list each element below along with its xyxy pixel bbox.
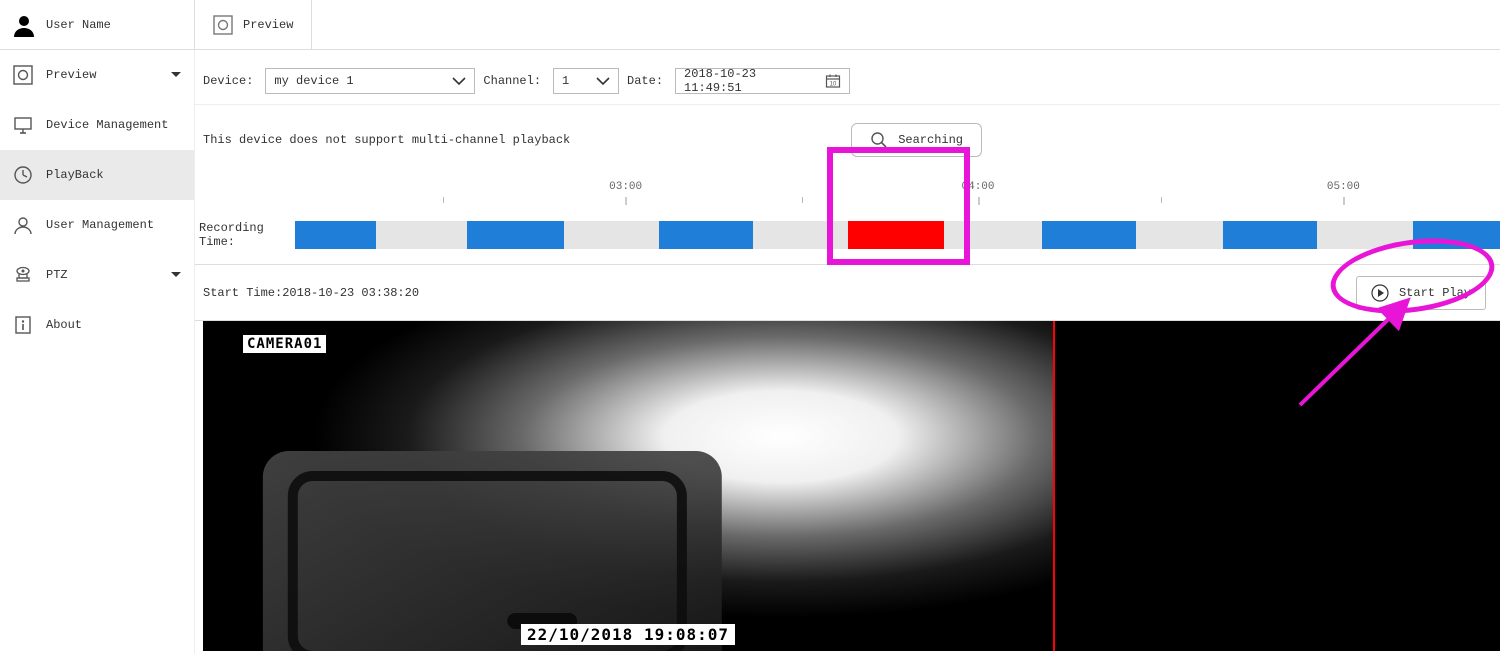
sidebar-item-label: User Management (46, 218, 154, 232)
video-frame-image (203, 321, 1053, 651)
user-icon (12, 215, 34, 235)
device-select[interactable]: my device 1 (265, 68, 475, 94)
tab-preview-label: Preview (243, 18, 293, 32)
sidebar-item-ptz[interactable]: PTZ (0, 250, 194, 300)
sidebar-item-playback[interactable]: PlayBack (0, 150, 194, 200)
device-label: Device: (203, 74, 253, 88)
video-pane-2[interactable] (1055, 321, 1500, 651)
sidebar-item-about[interactable]: About (0, 300, 194, 350)
sidebar-item-label: Device Management (46, 118, 168, 132)
chevron-down-icon (170, 269, 182, 281)
sidebar-item-label: PlayBack (46, 168, 104, 182)
timeline[interactable]: 03:00 04:00 05:00 Recording Time: (195, 175, 1500, 265)
search-button-label: Searching (898, 133, 963, 147)
recording-time-label: Recording Time: (195, 221, 295, 249)
monitor-icon (12, 65, 34, 85)
tab-preview[interactable]: Preview (195, 0, 312, 49)
channel-select-value: 1 (562, 74, 569, 88)
recording-track[interactable] (295, 221, 1500, 249)
recording-segment[interactable] (1413, 221, 1500, 249)
recording-segment[interactable] (848, 221, 944, 249)
timeline-subtick (802, 197, 803, 203)
user-block[interactable]: User Name (0, 0, 195, 49)
sidebar-item-user-management[interactable]: User Management (0, 200, 194, 250)
timeline-tick: 05:00 (1327, 181, 1360, 193)
calendar-icon: 10 (825, 73, 841, 89)
recording-segment[interactable] (1223, 221, 1317, 249)
clock-icon (12, 165, 34, 185)
user-solid-icon (12, 13, 36, 37)
ptz-icon (12, 265, 34, 285)
sidebar-item-label: PTZ (46, 268, 68, 282)
chevron-down-icon (452, 74, 466, 88)
search-button[interactable]: Searching (851, 123, 982, 157)
timeline-tick: 03:00 (609, 181, 642, 193)
start-play-label: Start Play (1399, 286, 1471, 300)
date-input-value: 2018-10-23 11:49:51 (684, 67, 819, 95)
recording-time-row: Recording Time: (195, 215, 1500, 255)
timeline-subtick (1161, 197, 1162, 203)
timeline-tick: 04:00 (961, 181, 994, 193)
camera-timestamp-overlay: 22/10/2018 19:08:07 (521, 624, 735, 645)
filter-bar: Device: my device 1 Channel: 1 Date: 201… (195, 50, 1500, 105)
info-icon (12, 315, 34, 335)
multichannel-warning: This device does not support multi-chann… (203, 133, 570, 147)
recording-segment[interactable] (659, 221, 753, 249)
playback-panel: Device: my device 1 Channel: 1 Date: 201… (195, 50, 1500, 654)
recording-segment[interactable] (295, 221, 376, 249)
top-bar: User Name Preview (0, 0, 1500, 50)
chevron-down-icon (596, 74, 610, 88)
svg-text:10: 10 (830, 82, 837, 88)
camera-target-icon (213, 15, 233, 35)
sidebar: Preview Device Management PlayBack User … (0, 50, 195, 654)
chevron-down-icon (170, 69, 182, 81)
sidebar-item-device-management[interactable]: Device Management (0, 100, 194, 150)
recording-segment[interactable] (467, 221, 563, 249)
sidebar-item-preview[interactable]: Preview (0, 50, 194, 100)
info-row: This device does not support multi-chann… (195, 105, 1500, 175)
start-row: Start Time:2018-10-23 03:38:20 Start Pla… (195, 265, 1500, 321)
user-name-label: User Name (46, 18, 111, 32)
camera-name-overlay: CAMERA01 (243, 335, 326, 353)
video-pane-1[interactable]: CAMERA01 22/10/2018 19:08:07 (203, 321, 1055, 651)
channel-label: Channel: (483, 74, 541, 88)
search-icon (870, 131, 888, 149)
play-icon (1371, 284, 1389, 302)
date-label: Date: (627, 74, 663, 88)
timeline-ticks: 03:00 04:00 05:00 (195, 175, 1500, 201)
recording-segment[interactable] (1042, 221, 1136, 249)
sidebar-item-label: About (46, 318, 82, 332)
date-input[interactable]: 2018-10-23 11:49:51 10 (675, 68, 850, 94)
sidebar-item-label: Preview (46, 68, 96, 82)
start-time-label: Start Time:2018-10-23 03:38:20 (203, 286, 419, 300)
channel-select[interactable]: 1 (553, 68, 619, 94)
device-select-value: my device 1 (274, 74, 353, 88)
video-area: CAMERA01 22/10/2018 19:08:07 (203, 321, 1500, 651)
timeline-subtick (443, 197, 444, 203)
device-icon (12, 115, 34, 135)
start-play-button[interactable]: Start Play (1356, 276, 1486, 310)
